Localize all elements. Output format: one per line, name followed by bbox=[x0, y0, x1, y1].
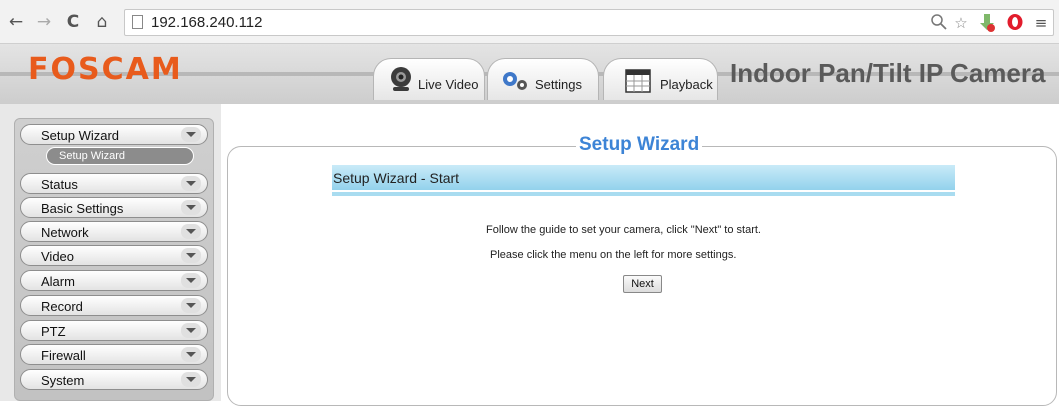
sidebar-item-label: Network bbox=[41, 225, 89, 240]
home-button[interactable]: ⌂ bbox=[92, 12, 112, 32]
sidebar-item-label: Status bbox=[41, 177, 78, 192]
sidebar-item-video[interactable]: Video bbox=[20, 245, 208, 266]
sidebar-item-ptz[interactable]: PTZ bbox=[20, 320, 208, 341]
calendar-icon bbox=[625, 69, 651, 93]
sidebar-item-setup-wizard[interactable]: Setup Wizard bbox=[20, 124, 208, 145]
sidebar-item-label: Record bbox=[41, 299, 83, 314]
sidebar-item-status[interactable]: Status bbox=[20, 173, 208, 194]
sidebar-item-label: System bbox=[41, 373, 85, 388]
menu-hint-text: Please click the menu on the left for mo… bbox=[490, 249, 737, 261]
sidebar-item-alarm[interactable]: Alarm bbox=[20, 270, 208, 291]
section-divider bbox=[332, 192, 955, 196]
address-bar[interactable]: 192.168.240.112 ☆ ≡ bbox=[124, 9, 1054, 36]
sidebar-item-label: Alarm bbox=[41, 274, 75, 289]
section-title: Setup Wizard - Start bbox=[333, 170, 460, 186]
browser-toolbar: ← → C ⌂ 192.168.240.112 ☆ ≡ bbox=[0, 0, 1059, 44]
next-button[interactable]: Next bbox=[623, 275, 662, 293]
tab-playback-label: Playback bbox=[660, 77, 713, 92]
sidebar-item-system[interactable]: System bbox=[20, 369, 208, 390]
section-header: Setup Wizard - Start bbox=[332, 165, 955, 190]
chevron-down-icon bbox=[181, 176, 201, 191]
sidebar-item-label: PTZ bbox=[41, 324, 66, 339]
tab-live-video-label: Live Video bbox=[418, 77, 479, 92]
zoom-icon[interactable] bbox=[929, 13, 949, 33]
sidebar-item-network[interactable]: Network bbox=[20, 221, 208, 242]
url-text: 192.168.240.112 bbox=[151, 14, 263, 31]
chevron-down-icon bbox=[181, 273, 201, 288]
foscam-logo: FOSCAM bbox=[28, 52, 183, 87]
guide-text: Follow the guide to set your camera, cli… bbox=[486, 224, 761, 236]
sidebar-item-basic-settings[interactable]: Basic Settings bbox=[20, 197, 208, 218]
chevron-down-icon bbox=[181, 372, 201, 387]
download-icon[interactable] bbox=[977, 13, 997, 33]
sidebar-item-label: Firewall bbox=[41, 348, 86, 363]
chevron-down-icon bbox=[181, 248, 201, 263]
chevron-down-icon bbox=[181, 323, 201, 338]
page-icon bbox=[132, 15, 143, 29]
menu-icon[interactable]: ≡ bbox=[1031, 13, 1051, 33]
star-icon[interactable]: ☆ bbox=[951, 13, 971, 33]
chevron-down-icon bbox=[181, 347, 201, 362]
sidebar-item-firewall[interactable]: Firewall bbox=[20, 344, 208, 365]
product-title: Indoor Pan/Tilt IP Camera bbox=[730, 58, 1046, 88]
sidebar-item-label: Setup Wizard bbox=[41, 128, 120, 143]
submenu-setup-wizard[interactable]: Setup Wizard bbox=[46, 147, 194, 165]
sidebar-item-label: Video bbox=[41, 249, 75, 264]
tab-settings[interactable]: Settings bbox=[487, 58, 599, 100]
gears-icon bbox=[503, 72, 527, 90]
chevron-down-icon bbox=[181, 298, 201, 313]
sidebar-item-record[interactable]: Record bbox=[20, 295, 208, 316]
webcam-icon bbox=[391, 67, 411, 91]
tab-settings-label: Settings bbox=[535, 77, 582, 92]
opera-icon[interactable] bbox=[1005, 13, 1025, 33]
forward-button[interactable]: → bbox=[34, 12, 54, 32]
chevron-down-icon bbox=[181, 127, 201, 142]
address-bar-icons: ☆ ≡ bbox=[929, 13, 1049, 33]
reload-button[interactable]: C bbox=[63, 12, 83, 32]
tab-live-video[interactable]: Live Video bbox=[373, 58, 485, 100]
tab-playback[interactable]: Playback bbox=[603, 58, 718, 100]
chevron-down-icon bbox=[181, 224, 201, 239]
sidebar-item-label: Basic Settings bbox=[41, 201, 124, 216]
page-title: Setup Wizard bbox=[576, 134, 703, 156]
chevron-down-icon bbox=[181, 200, 201, 215]
back-button[interactable]: ← bbox=[6, 12, 26, 32]
submenu-label: Setup Wizard bbox=[59, 150, 126, 162]
